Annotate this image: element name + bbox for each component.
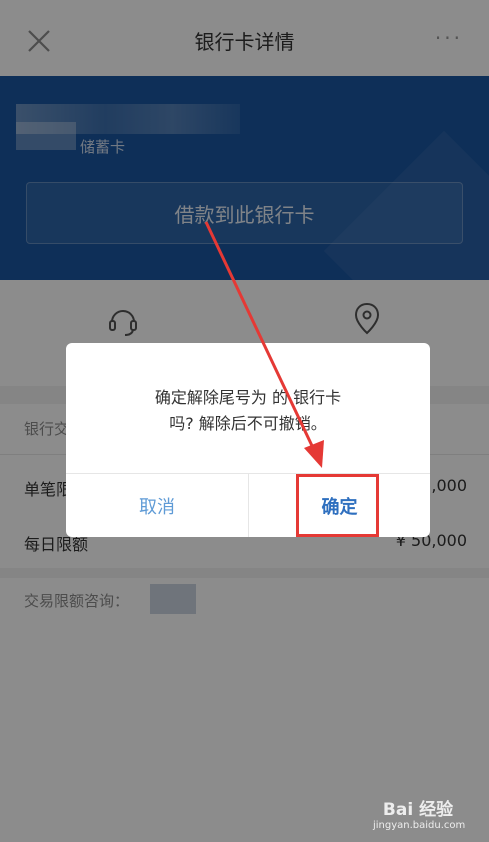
bank-card-detail-page: 银行卡详情 ··· 储蓄卡 借款到此银行卡 银行交 单笔限 5,000 每日限额… [0, 0, 489, 842]
dialog-message-line: 确定解除尾号为 的 银行卡 [154, 388, 342, 407]
watermark-logo-text: Bai 经验 [382, 800, 454, 820]
dialog-message-line: 吗? 解除后不可撤销。 [169, 414, 327, 433]
dialog-message: 确定解除尾号为 的 银行卡 吗? 解除后不可撤销。 [86, 385, 410, 437]
baidu-jingyan-watermark: Bai 经验 jingyan.baidu.com [373, 795, 466, 831]
cancel-button[interactable]: 取消 [66, 474, 248, 537]
confirm-highlight-box [296, 474, 379, 537]
watermark-url: jingyan.baidu.com [373, 820, 466, 831]
